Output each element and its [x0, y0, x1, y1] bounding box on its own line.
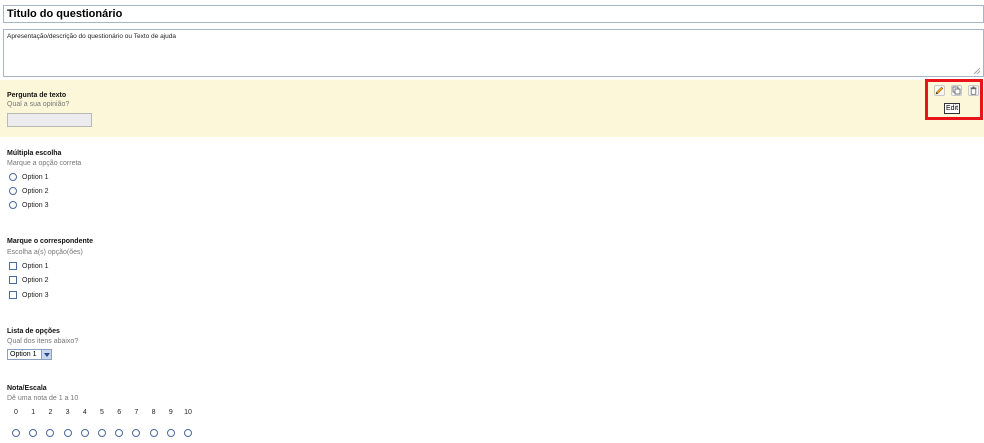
radio-button[interactable]	[9, 187, 17, 195]
radio-button[interactable]	[9, 173, 17, 181]
resize-grip-icon[interactable]	[974, 68, 980, 74]
active-question-panel[interactable]	[0, 80, 984, 137]
option-label: Option 2	[22, 187, 49, 195]
scale-radio-button[interactable]	[80, 429, 89, 437]
checkbox-option[interactable]: Option 2	[9, 276, 48, 284]
scale-label: 2	[48, 409, 53, 416]
scale-radio-button[interactable]	[63, 429, 72, 437]
scale-radio-button[interactable]	[98, 429, 106, 437]
question-help: Escolha a(s) opção(ões)	[7, 249, 83, 256]
scale-radio-button[interactable]	[115, 429, 124, 437]
question-help: Qual a sua opinião?	[7, 101, 70, 108]
checkbox[interactable]	[9, 276, 17, 284]
scale-radio-button[interactable]	[29, 429, 38, 437]
scale-radio-button[interactable]	[149, 429, 158, 437]
checkbox-option[interactable]: Option 3	[9, 291, 48, 299]
scale-radio-button[interactable]	[46, 429, 55, 437]
scale-label: 10	[184, 409, 192, 416]
scale-label: 4	[82, 409, 87, 416]
highlight-annotation-box	[925, 79, 983, 120]
scale-label: 3	[65, 409, 70, 416]
text-answer-input[interactable]	[7, 113, 92, 127]
scale-label: 7	[134, 409, 139, 416]
radio-option[interactable]: Option 3	[9, 201, 48, 209]
question-title: Lista de opções	[7, 328, 60, 335]
option-label: Option 3	[22, 201, 49, 209]
options-dropdown[interactable]: Option 1	[7, 349, 52, 360]
scale-radio-button[interactable]	[132, 429, 141, 437]
chevron-down-icon	[41, 350, 51, 359]
form-description-text: Apresentação/descrição do questionário o…	[7, 33, 176, 40]
form-title-input[interactable]: Titulo do questionário	[3, 5, 984, 23]
scale-radio-button[interactable]	[12, 429, 20, 437]
scale-label: 5	[100, 409, 104, 416]
question-help: Marque a opção correta	[7, 160, 82, 167]
checkbox[interactable]	[9, 262, 17, 270]
radio-option[interactable]: Option 2	[9, 187, 48, 195]
question-help: Dê uma nota de 1 a 10	[7, 395, 79, 402]
scale-label: 1	[31, 409, 36, 416]
question-help: Qual dos itens abaixo?	[7, 338, 79, 345]
option-label: Option 1	[22, 173, 49, 181]
option-label: Option 1	[22, 262, 49, 270]
scale-radio-button[interactable]	[166, 429, 175, 437]
dropdown-selected-value: Option 1	[10, 351, 37, 358]
checkbox[interactable]	[9, 291, 17, 299]
option-label: Option 2	[22, 276, 49, 284]
checkbox-option[interactable]: Option 1	[9, 262, 48, 270]
scale-label: 6	[117, 409, 122, 416]
scale-label: 9	[168, 409, 173, 416]
question-title: Múltipla escolha	[7, 150, 62, 157]
option-label: Option 3	[22, 291, 49, 299]
scale-radio-button[interactable]	[184, 429, 192, 437]
scale-label: 8	[151, 409, 156, 416]
radio-option[interactable]: Option 1	[9, 173, 48, 181]
radio-button[interactable]	[9, 201, 17, 209]
scale-label: 0	[14, 409, 18, 416]
form-description-textarea[interactable]: Apresentação/descrição do questionário o…	[3, 29, 984, 77]
question-title: Nota/Escala	[7, 385, 47, 392]
question-title: Pergunta de texto	[7, 92, 67, 99]
question-title: Marque o correspondente	[7, 238, 93, 245]
